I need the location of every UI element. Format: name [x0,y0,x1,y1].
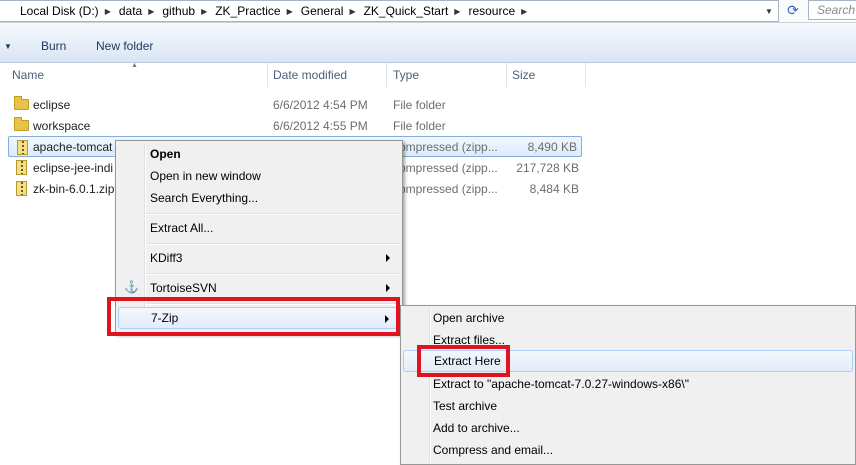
folder-icon [14,117,29,131]
refresh-icon[interactable]: ⟳ [782,0,804,21]
address-history-dropdown-icon[interactable]: ▼ [762,1,776,21]
file-size: 8,484 KB [529,181,579,196]
command-bar: ▼ Burn New folder [0,23,856,63]
file-name: workspace [33,118,91,133]
file-type: File folder [393,118,446,133]
breadcrumb-zk-practice[interactable]: ZK_Practice ▶ [209,1,295,21]
menu-item-kdiff3[interactable]: KDiff3 [118,247,400,269]
search-input[interactable]: Search [808,0,856,20]
file-name: eclipse-jee-indi [33,160,114,175]
breadcrumb-github[interactable]: github ▶ [156,1,209,21]
file-date: 6/6/2012 4:55 PM [273,118,368,133]
submenu-7-zip: Open archive Extract files... Extract He… [400,305,856,465]
file-row[interactable]: eclipse 6/6/2012 4:54 PM File folder [8,94,582,115]
breadcrumb-label: ZK_Quick_Start [363,4,449,18]
menu-item-tortoisesvn[interactable]: ⚓ TortoiseSVN [118,277,400,299]
address-bar-region: Local Disk (D:) ▶ data ▶ github ▶ ZK_Practi… [0,0,856,23]
file-row[interactable]: workspace 6/6/2012 4:55 PM File folder [8,115,582,136]
file-name: zk-bin-6.0.1.zip [33,181,115,196]
menu-item-extract-all[interactable]: Extract All... [118,217,400,239]
zip-icon [16,160,27,175]
file-size: 8,490 KB [527,139,577,154]
breadcrumb-label: Local Disk (D:) [20,4,99,18]
tortoisesvn-icon: ⚓ [124,280,139,294]
chevron-right-icon[interactable]: ▶ [148,7,156,16]
breadcrumb-label: github [162,4,196,18]
chevron-right-icon[interactable]: ▶ [201,7,209,16]
chevron-right-icon[interactable]: ▶ [287,7,295,16]
menu-item-label: KDiff3 [150,251,183,265]
breadcrumb-label: data [118,4,143,18]
column-header-size[interactable]: Size [506,63,586,87]
zip-icon [17,140,28,155]
breadcrumb-zk-quick-start[interactable]: ZK_Quick_Start ▶ [358,1,463,21]
file-name: apache-tomcat [33,139,113,154]
zip-icon [16,181,27,196]
highlight-box-7-zip [107,297,400,336]
chevron-right-icon[interactable]: ▶ [105,7,113,16]
column-header-type[interactable]: Type [387,63,507,87]
breadcrumb-label: resource [468,4,516,18]
menu-item-search-everything[interactable]: Search Everything... [118,187,400,209]
breadcrumb-resource[interactable]: resource ▶ [462,1,529,21]
menu-item-open-new-window[interactable]: Open in new window [118,165,400,187]
menu-item-compress-and-email[interactable]: Compress and email... [403,439,853,461]
breadcrumb-local-disk[interactable]: Local Disk (D:) ▶ [0,1,113,21]
menu-item-label: TortoiseSVN [150,281,217,295]
burn-button[interactable]: Burn [41,39,66,53]
menu-item-test-archive[interactable]: Test archive [403,395,853,417]
column-header-date-modified[interactable]: Date modified [267,63,387,87]
chevron-right-icon[interactable]: ▶ [454,7,462,16]
address-bar[interactable]: Local Disk (D:) ▶ data ▶ github ▶ ZK_Practi… [0,0,779,22]
highlight-box-extract-here [417,345,510,377]
chevron-right-icon[interactable]: ▶ [521,7,529,16]
breadcrumb-data[interactable]: data ▶ [113,1,157,21]
file-type: ompressed (zipp... [399,139,498,154]
menu-separator [146,243,400,245]
menu-item-open-archive[interactable]: Open archive [403,307,853,329]
chevron-down-icon[interactable]: ▼ [4,42,12,51]
menu-item-add-to-archive[interactable]: Add to archive... [403,417,853,439]
menu-separator [146,273,400,275]
file-type: ompressed (zipp... [399,160,498,175]
column-header-name[interactable]: Name [6,63,268,87]
file-name: eclipse [33,97,71,112]
breadcrumb-label: ZK_Practice [215,4,281,18]
new-folder-button[interactable]: New folder [96,39,153,53]
file-size: 217,728 KB [516,160,579,175]
breadcrumb-label: General [300,4,344,18]
folder-icon [14,96,29,110]
breadcrumb-general[interactable]: General ▶ [295,1,358,21]
file-type: ompressed (zipp... [399,181,498,196]
file-type: File folder [393,97,446,112]
chevron-right-icon[interactable]: ▶ [349,7,357,16]
submenu-arrow-icon [386,254,390,262]
menu-item-open[interactable]: Open [118,143,400,165]
file-date: 6/6/2012 4:54 PM [273,97,368,112]
menu-separator [146,213,400,215]
submenu-arrow-icon [386,284,390,292]
